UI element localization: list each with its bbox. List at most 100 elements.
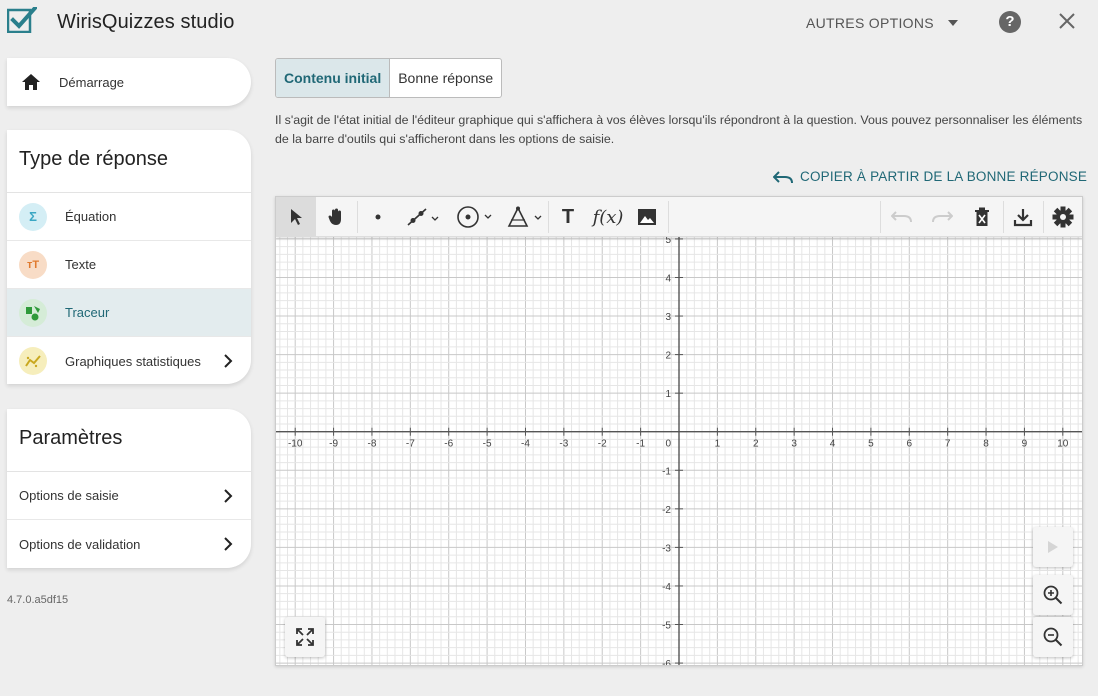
- param-item-label: Options de validation: [19, 536, 141, 552]
- stats-chart-icon: [19, 347, 47, 375]
- polygon-icon[interactable]: [502, 197, 548, 237]
- y-tick-label: -4: [662, 582, 671, 593]
- param-item-label: Options de saisie: [19, 488, 119, 503]
- more-options-label: AUTRES OPTIONS: [806, 15, 934, 31]
- play-button[interactable]: [1033, 527, 1073, 567]
- x-tick-label: -6: [444, 439, 453, 450]
- x-tick-label: -3: [559, 439, 568, 450]
- help-button[interactable]: ?: [999, 11, 1021, 33]
- x-tick-label: 4: [830, 439, 836, 450]
- zoom-out-button[interactable]: [1033, 617, 1073, 657]
- origin-label: 0: [665, 439, 671, 450]
- undo-icon[interactable]: [882, 197, 922, 237]
- copy-from-correct-button[interactable]: COPIER À PARTIR DE LA BONNE RÉPONSE: [773, 169, 1087, 184]
- home-icon: [22, 74, 40, 90]
- sigma-icon: Σ: [19, 202, 47, 231]
- zoom-in-button[interactable]: [1033, 575, 1073, 615]
- y-tick-label: 1: [665, 389, 671, 400]
- delete-all-icon[interactable]: [962, 197, 1002, 237]
- toolbar-separator: [880, 201, 881, 233]
- response-type-panel: Type de réponse Σ Équation тT Texte Trac…: [7, 130, 251, 384]
- undo-arrow-icon: [773, 170, 793, 183]
- version-label: 4.7.0.a5df15: [7, 594, 69, 606]
- parameters-panel: Paramètres Options de saisie Options de …: [7, 409, 251, 568]
- type-item-equation[interactable]: Σ Équation: [7, 193, 251, 241]
- type-item-stats-charts[interactable]: Graphiques statistiques: [7, 337, 251, 384]
- close-icon[interactable]: [1057, 10, 1077, 32]
- x-tick-label: -4: [521, 439, 530, 450]
- y-tick-label: 3: [665, 312, 671, 323]
- y-tick-label: 2: [665, 351, 671, 362]
- x-tick-label: -7: [406, 439, 415, 450]
- x-tick-label: 8: [983, 439, 989, 450]
- type-item-label: Traceur: [65, 305, 110, 320]
- wiris-logo-icon: [7, 7, 37, 33]
- line-icon[interactable]: [400, 197, 446, 237]
- fullscreen-button[interactable]: [285, 617, 325, 657]
- point-icon[interactable]: [358, 197, 398, 237]
- type-item-label: Équation: [65, 209, 117, 224]
- validation-options-item[interactable]: Options de validation: [7, 520, 251, 568]
- play-icon: [1048, 541, 1058, 553]
- content-tabs: Contenu initial Bonne réponse: [275, 58, 503, 98]
- redo-icon[interactable]: [922, 197, 962, 237]
- x-tick-label: 2: [753, 439, 759, 450]
- chevron-right-icon: [224, 489, 233, 503]
- toolbar-separator: [668, 201, 669, 233]
- caret-down-icon: [947, 20, 958, 26]
- type-item-label: Texte: [65, 257, 97, 272]
- copy-from-correct-label: COPIER À PARTIR DE LA BONNE RÉPONSE: [800, 169, 1088, 184]
- y-tick-label: -3: [662, 543, 671, 554]
- x-tick-label: 6: [907, 439, 913, 450]
- y-tick-label: -6: [662, 659, 671, 665]
- circle-icon[interactable]: [452, 197, 498, 237]
- image-icon[interactable]: [628, 197, 666, 237]
- graph-editor: -10 -9 -8 -7 -6 -5 -4 -3 -2 -1 1 2 3 4 5 6 7 8 9 10 -6 -5 -4 -3…: [275, 196, 1083, 666]
- graph-canvas[interactable]: -10 -9 -8 -7 -6 -5 -4 -3 -2 -1 1 2 3 4 5 6 7 8 9 10-6-5-4-3…: [276, 197, 1082, 665]
- function-icon[interactable]: f(x): [588, 197, 628, 237]
- y-tick-label: 4: [665, 273, 671, 284]
- y-tick-label: -2: [662, 505, 671, 516]
- x-tick-label: 5: [868, 439, 874, 450]
- tab-correct-answer[interactable]: Bonne réponse: [390, 59, 501, 97]
- x-tick-label: -2: [598, 439, 607, 450]
- type-item-label: Graphiques statistiques: [65, 353, 201, 369]
- y-tick-label: -1: [662, 466, 671, 477]
- x-tick-label: 3: [791, 439, 797, 450]
- select-arrow-icon[interactable]: [276, 197, 316, 237]
- x-tick-label: 9: [1022, 439, 1028, 450]
- x-tick-label: -9: [329, 439, 338, 450]
- x-tick-label: 7: [945, 439, 951, 450]
- download-icon[interactable]: [1004, 197, 1042, 237]
- app-header: WirisQuizzes studio AUTRES OPTIONS ?: [0, 0, 1098, 46]
- y-tick-label: -5: [662, 621, 671, 632]
- graph-toolbar: T f(x): [276, 197, 1082, 237]
- settings-icon[interactable]: [1044, 197, 1082, 237]
- pan-hand-icon[interactable]: [316, 197, 356, 237]
- chevron-right-icon: [224, 537, 233, 551]
- shapes-icon: [19, 298, 47, 327]
- text-tool-icon[interactable]: T: [550, 197, 586, 237]
- x-tick-label: -8: [367, 439, 376, 450]
- x-tick-label: 1: [715, 439, 721, 450]
- tab-initial-content[interactable]: Contenu initial: [276, 59, 391, 97]
- text-size-icon: тT: [19, 250, 47, 279]
- x-tick-label: 10: [1057, 439, 1069, 450]
- parameters-title: Paramètres: [7, 409, 251, 472]
- home-label: Démarrage: [59, 74, 125, 90]
- zoom-in-icon: [1043, 585, 1063, 605]
- home-nav-item[interactable]: Démarrage: [7, 58, 251, 106]
- x-tick-label: -10: [288, 439, 303, 450]
- zoom-out-icon: [1043, 627, 1063, 647]
- input-options-item[interactable]: Options de saisie: [7, 472, 251, 520]
- x-tick-label: -1: [636, 439, 645, 450]
- chevron-right-icon: [224, 354, 233, 368]
- toolbar-separator: [548, 201, 549, 233]
- type-item-text[interactable]: тT Texte: [7, 241, 251, 289]
- more-options-dropdown[interactable]: AUTRES OPTIONS: [806, 15, 958, 31]
- type-item-plotter[interactable]: Traceur: [7, 289, 251, 337]
- response-type-title: Type de réponse: [7, 130, 251, 193]
- description-text: Il s'agit de l'état initial de l'éditeur…: [275, 113, 1083, 146]
- app-title: WirisQuizzes studio: [57, 11, 235, 33]
- x-tick-label: -5: [483, 439, 492, 450]
